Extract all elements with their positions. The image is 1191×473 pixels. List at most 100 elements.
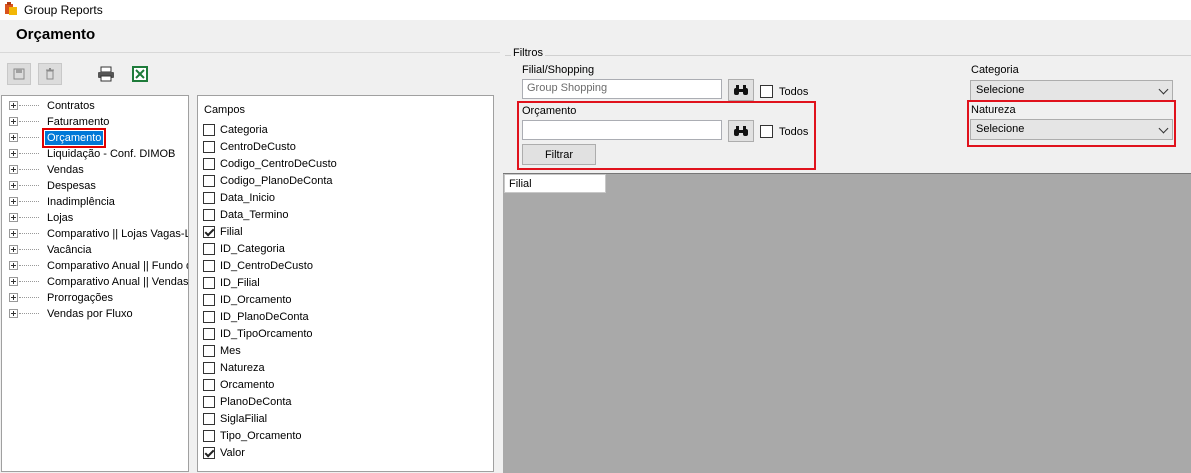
field-item[interactable]: Categoria bbox=[203, 123, 483, 139]
field-label: SiglaFilial bbox=[220, 413, 268, 425]
field-checkbox[interactable] bbox=[203, 141, 215, 153]
field-checkbox[interactable] bbox=[203, 362, 215, 374]
expand-plus-icon[interactable] bbox=[9, 245, 18, 254]
field-item[interactable]: ID_Categoria bbox=[203, 242, 483, 258]
field-checkbox[interactable] bbox=[203, 226, 215, 238]
field-label: PlanoDeConta bbox=[220, 396, 292, 408]
field-checkbox[interactable] bbox=[203, 328, 215, 340]
tree-item[interactable]: Liquidação - Conf. DIMOB bbox=[2, 146, 188, 162]
expand-plus-icon[interactable] bbox=[9, 149, 18, 158]
filial-input[interactable]: Group Shopping bbox=[522, 79, 722, 99]
fields-title: Campos bbox=[204, 104, 245, 116]
field-checkbox[interactable] bbox=[203, 311, 215, 323]
field-item[interactable]: Orcamento bbox=[203, 378, 483, 394]
tree-item[interactable]: Faturamento bbox=[2, 114, 188, 130]
field-item[interactable]: Valor bbox=[203, 446, 483, 462]
field-checkbox[interactable] bbox=[203, 396, 215, 408]
fields-panel: Campos Categoria CentroDeCusto Codigo_Cent… bbox=[197, 95, 494, 472]
tree-item[interactable]: Inadimplência bbox=[2, 194, 188, 210]
page-title: Orçamento bbox=[16, 26, 96, 43]
field-label: Codigo_CentroDeCusto bbox=[220, 158, 337, 170]
tree-connector bbox=[19, 185, 39, 186]
field-item[interactable]: Codigo_PlanoDeConta bbox=[203, 174, 483, 190]
expand-plus-icon[interactable] bbox=[9, 181, 18, 190]
field-item[interactable]: Data_Inicio bbox=[203, 191, 483, 207]
categoria-select[interactable]: Selecione bbox=[970, 80, 1173, 101]
field-checkbox[interactable] bbox=[203, 345, 215, 357]
tree-item[interactable]: Vacância bbox=[2, 242, 188, 258]
tree-connector bbox=[19, 137, 39, 138]
field-item[interactable]: Mes bbox=[203, 344, 483, 360]
tree-item[interactable]: Vendas bbox=[2, 162, 188, 178]
tree-connector bbox=[19, 249, 39, 250]
field-item[interactable]: Tipo_Orcamento bbox=[203, 429, 483, 445]
field-checkbox[interactable] bbox=[203, 175, 215, 187]
field-checkbox[interactable] bbox=[203, 447, 215, 459]
expand-plus-icon[interactable] bbox=[9, 101, 18, 110]
field-checkbox[interactable] bbox=[203, 430, 215, 442]
tree-item[interactable]: Comparativo Anual || Vendas bbox=[2, 274, 188, 290]
expand-plus-icon[interactable] bbox=[9, 229, 18, 238]
field-checkbox[interactable] bbox=[203, 209, 215, 221]
field-checkbox[interactable] bbox=[203, 243, 215, 255]
grid-column-header[interactable]: Filial bbox=[504, 174, 606, 193]
filial-search-button[interactable] bbox=[728, 79, 754, 101]
tree-item[interactable]: Contratos bbox=[2, 98, 188, 114]
tree-item-label: Vacância bbox=[47, 244, 92, 256]
tree-item[interactable]: Vendas por Fluxo bbox=[2, 306, 188, 322]
binoculars-icon bbox=[734, 85, 748, 95]
field-item[interactable]: Filial bbox=[203, 225, 483, 241]
delete-button[interactable] bbox=[38, 63, 62, 85]
expand-plus-icon[interactable] bbox=[9, 261, 18, 270]
field-item[interactable]: CentroDeCusto bbox=[203, 140, 483, 156]
expand-plus-icon[interactable] bbox=[9, 277, 18, 286]
expand-plus-icon[interactable] bbox=[9, 165, 18, 174]
field-item[interactable]: ID_PlanoDeConta bbox=[203, 310, 483, 326]
field-checkbox[interactable] bbox=[203, 277, 215, 289]
field-label: Data_Termino bbox=[220, 209, 289, 221]
tree-connector bbox=[19, 233, 39, 234]
field-item[interactable]: Data_Termino bbox=[203, 208, 483, 224]
report-tree[interactable]: Contratos Faturamento Orçamento Liquidação … bbox=[1, 95, 189, 472]
expand-plus-icon[interactable] bbox=[9, 117, 18, 126]
export-excel-button[interactable] bbox=[128, 63, 152, 85]
field-item[interactable]: PlanoDeConta bbox=[203, 395, 483, 411]
save-button[interactable] bbox=[7, 63, 31, 85]
field-item[interactable]: SiglaFilial bbox=[203, 412, 483, 428]
expand-plus-icon[interactable] bbox=[9, 309, 18, 318]
field-checkbox[interactable] bbox=[203, 158, 215, 170]
print-button[interactable] bbox=[94, 63, 118, 85]
expand-plus-icon[interactable] bbox=[9, 213, 18, 222]
expand-plus-icon[interactable] bbox=[9, 197, 18, 206]
tree-item[interactable]: Comparativo Anual || Fundo d bbox=[2, 258, 188, 274]
expand-plus-icon[interactable] bbox=[9, 293, 18, 302]
field-item[interactable]: ID_CentroDeCusto bbox=[203, 259, 483, 275]
field-label: Categoria bbox=[220, 124, 268, 136]
chevron-down-icon bbox=[1158, 84, 1169, 95]
tree-item[interactable]: Despesas bbox=[2, 178, 188, 194]
tree-item[interactable]: Orçamento bbox=[2, 128, 188, 148]
field-item[interactable]: Natureza bbox=[203, 361, 483, 377]
filial-todos-checkbox[interactable] bbox=[760, 85, 773, 98]
field-label: Data_Inicio bbox=[220, 192, 276, 204]
pivot-grid-area[interactable] bbox=[503, 173, 1191, 473]
tree-item[interactable]: Comparativo || Lojas Vagas-L bbox=[2, 226, 188, 242]
field-checkbox[interactable] bbox=[203, 294, 215, 306]
tree-item[interactable]: Lojas bbox=[2, 210, 188, 226]
field-checkbox[interactable] bbox=[203, 124, 215, 136]
field-checkbox[interactable] bbox=[203, 379, 215, 391]
field-item[interactable]: ID_Filial bbox=[203, 276, 483, 292]
field-checkbox[interactable] bbox=[203, 192, 215, 204]
app-icon bbox=[4, 2, 18, 16]
expand-plus-icon[interactable] bbox=[9, 133, 18, 142]
field-label: ID_CentroDeCusto bbox=[220, 260, 313, 272]
tree-item[interactable]: Prorrogações bbox=[2, 290, 188, 306]
field-label: ID_PlanoDeConta bbox=[220, 311, 309, 323]
field-label: ID_Categoria bbox=[220, 243, 285, 255]
field-item[interactable]: ID_TipoOrcamento bbox=[203, 327, 483, 343]
field-item[interactable]: ID_Orcamento bbox=[203, 293, 483, 309]
field-checkbox[interactable] bbox=[203, 260, 215, 272]
field-checkbox[interactable] bbox=[203, 413, 215, 425]
field-item[interactable]: Codigo_CentroDeCusto bbox=[203, 157, 483, 173]
field-label: Tipo_Orcamento bbox=[220, 430, 302, 442]
